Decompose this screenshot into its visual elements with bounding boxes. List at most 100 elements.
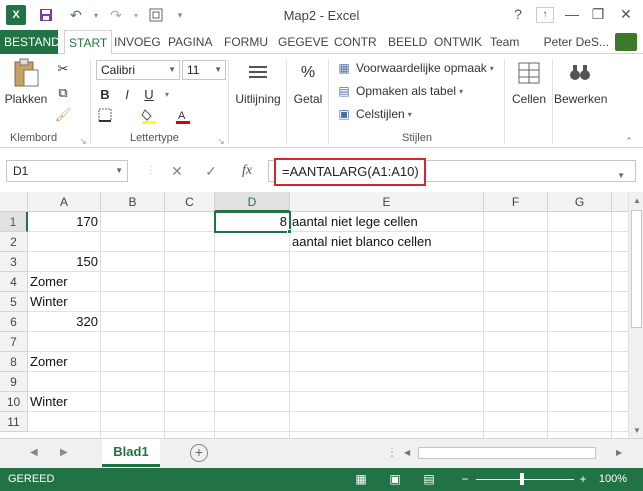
row-header-5[interactable]: 5 [0, 292, 28, 312]
italic-button[interactable]: I [118, 86, 136, 104]
zoom-out-button[interactable]: − [456, 471, 474, 487]
row-header-2[interactable]: 2 [0, 232, 28, 252]
add-sheet-button[interactable]: + [190, 444, 208, 462]
collapse-ribbon-icon[interactable]: ⌃ [620, 132, 638, 150]
font-size-select[interactable]: 11 ▼ [182, 60, 226, 80]
prev-sheet-icon[interactable]: ◀ [30, 447, 38, 458]
gridline [611, 212, 612, 438]
drag-handle-icon[interactable]: ⋮ [140, 161, 162, 181]
tab-team[interactable]: Team [486, 30, 523, 54]
vertical-scroll-thumb[interactable] [631, 210, 642, 328]
alignment-label: Uitlijning [235, 92, 281, 106]
tab-file[interactable]: BESTAND [0, 30, 60, 54]
column-header-e[interactable]: E [290, 192, 484, 212]
cut-icon[interactable]: ✂ [54, 60, 72, 78]
row-header-11[interactable]: 11 [0, 412, 28, 432]
font-name-select[interactable]: Calibri ▼ [96, 60, 180, 80]
select-all-corner[interactable] [0, 192, 28, 212]
alignment-button[interactable]: Uitlijning [232, 58, 284, 106]
formula-text[interactable]: =AANTALARG(A1:A10) [274, 158, 426, 186]
format-painter-icon[interactable]: 🖌 [54, 106, 72, 124]
scroll-up-icon[interactable]: ▲ [633, 196, 641, 205]
chevron-down-icon[interactable]: ▼ [617, 171, 625, 180]
cell-a1[interactable]: 170 [28, 212, 101, 232]
column-header-f[interactable]: F [484, 192, 548, 212]
column-header-c[interactable]: C [165, 192, 215, 212]
font-color-icon[interactable]: A [174, 108, 192, 126]
paste-label: Plakken [4, 92, 48, 106]
paste-button[interactable]: Plakken [4, 58, 48, 106]
cell-a5[interactable]: Winter [28, 292, 101, 312]
underline-button[interactable]: U [140, 86, 158, 104]
minimize-button[interactable]: — [560, 4, 584, 24]
tab-view[interactable]: BEELD [384, 30, 431, 54]
scroll-down-icon[interactable]: ▼ [633, 426, 641, 435]
horizontal-scroll-thumb[interactable] [418, 447, 596, 459]
conditional-formatting-button[interactable]: ▦ Voorwaardelijke opmaak ▾ [336, 60, 493, 76]
row-header-7[interactable]: 7 [0, 332, 28, 352]
close-button[interactable]: ✕ [614, 4, 638, 24]
zoom-level[interactable]: 100% [599, 473, 627, 485]
user-name[interactable]: Peter DeS... [544, 30, 609, 54]
zoom-slider-track[interactable] [476, 479, 574, 480]
insert-function-button[interactable]: fx [236, 161, 258, 181]
column-header-g[interactable]: G [548, 192, 612, 212]
cell-a6[interactable]: 320 [28, 312, 101, 332]
page-break-view-icon[interactable]: ▤ [420, 471, 438, 487]
underline-dropdown-icon[interactable]: ▾ [158, 86, 176, 104]
next-sheet-icon[interactable]: ▶ [60, 447, 68, 458]
cells-button[interactable]: Cellen [508, 58, 550, 106]
row-header-6[interactable]: 6 [0, 312, 28, 332]
zoom-slider-thumb[interactable] [520, 473, 524, 485]
cell-a4[interactable]: Zomer [28, 272, 101, 292]
cell-a8[interactable]: Zomer [28, 352, 101, 372]
horizontal-scrollbar[interactable]: ◀ ▶ [400, 445, 628, 461]
row-header-10[interactable]: 10 [0, 392, 28, 412]
row-header-8[interactable]: 8 [0, 352, 28, 372]
page-layout-view-icon[interactable]: ▣ [386, 471, 404, 487]
column-header-b[interactable]: B [101, 192, 165, 212]
scroll-left-icon[interactable]: ◀ [404, 448, 410, 457]
cell-a10[interactable]: Winter [28, 392, 101, 412]
tab-start[interactable]: START [64, 30, 113, 55]
cell-styles-button[interactable]: ▣ Celstijlen ▾ [336, 106, 411, 122]
cell-e1[interactable]: aantal niet lege cellen [290, 212, 484, 232]
column-header-d[interactable]: D [215, 192, 290, 212]
avatar[interactable] [615, 33, 637, 51]
column-header-a[interactable]: A [28, 192, 101, 212]
cancel-formula-button[interactable]: ✕ [166, 161, 188, 181]
fill-color-icon[interactable] [140, 108, 158, 126]
restore-button[interactable]: ❐ [586, 4, 610, 24]
row-header-4[interactable]: 4 [0, 272, 28, 292]
zoom-in-button[interactable]: + [574, 471, 592, 487]
help-button[interactable]: ? [506, 4, 530, 24]
tab-developer[interactable]: ONTWIK [430, 30, 486, 54]
normal-view-icon[interactable]: ▦ [352, 471, 370, 487]
row-header-3[interactable]: 3 [0, 252, 28, 272]
fill-handle[interactable] [287, 229, 292, 234]
format-as-table-button[interactable]: ▤ Opmaken als tabel ▾ [336, 83, 463, 99]
copy-icon[interactable]: ⧉ [54, 84, 72, 102]
ribbon-display-options-icon[interactable]: ↑ [536, 7, 554, 23]
number-format-button[interactable]: % Getal [290, 58, 326, 106]
scroll-right-icon[interactable]: ▶ [616, 448, 622, 457]
tab-formulas[interactable]: FORMU [220, 30, 272, 54]
row-header-9[interactable]: 9 [0, 372, 28, 392]
editing-button[interactable]: Bewerken [554, 58, 607, 106]
tab-review[interactable]: CONTR [330, 30, 381, 54]
enter-formula-button[interactable]: ✓ [200, 161, 222, 181]
name-box[interactable]: D1 ▼ [6, 160, 128, 182]
cell-a3[interactable]: 150 [28, 252, 101, 272]
row-header-1[interactable]: 1 [0, 212, 28, 232]
borders-icon[interactable] [96, 108, 114, 126]
bold-button[interactable]: B [96, 86, 114, 104]
status-text: GEREED [8, 473, 55, 485]
sheet-tab-blad1[interactable]: Blad1 [102, 439, 160, 467]
split-handle-icon[interactable]: ⋮ [386, 445, 398, 459]
vertical-scrollbar[interactable]: ▲ ▼ [628, 192, 643, 438]
tab-insert[interactable]: INVOEG [110, 30, 165, 54]
tab-data[interactable]: GEGEVE [274, 30, 333, 54]
tab-page-layout[interactable]: PAGINA [164, 30, 216, 54]
column-header-h[interactable] [612, 192, 628, 212]
cell-e2[interactable]: aantal niet blanco cellen [290, 232, 484, 252]
